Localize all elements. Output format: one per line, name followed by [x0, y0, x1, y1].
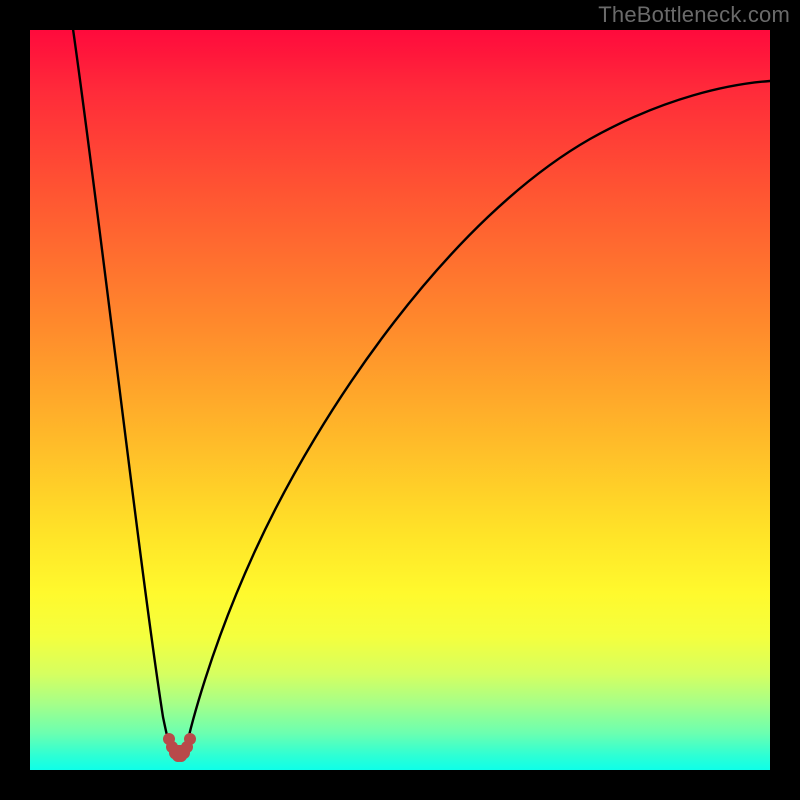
curve-group	[73, 29, 770, 762]
marker-cluster	[163, 733, 196, 762]
curve-left	[73, 29, 175, 755]
curve-right	[185, 81, 770, 753]
chart-frame: TheBottleneck.com	[0, 0, 800, 800]
curve-layer	[30, 29, 770, 770]
watermark-text: TheBottleneck.com	[598, 2, 790, 28]
